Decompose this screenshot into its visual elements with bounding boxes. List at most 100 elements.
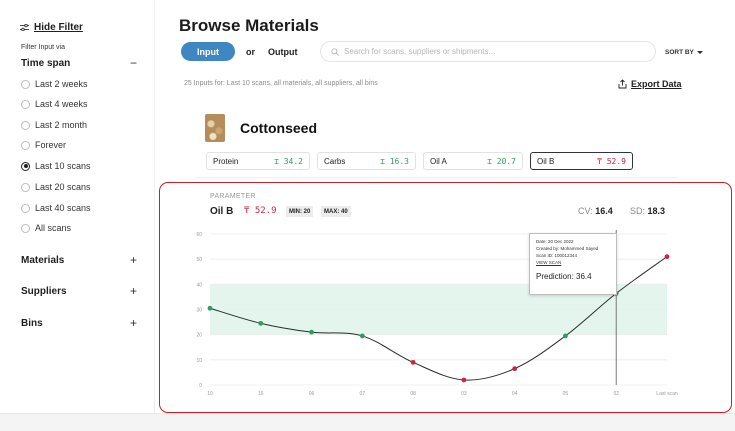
input-toggle-button[interactable]: Input	[181, 42, 235, 61]
data-point[interactable]	[258, 320, 264, 326]
search-icon	[331, 47, 339, 56]
tooltip-date: Date: 20 Dec 2022	[536, 239, 574, 244]
hide-filter-toggle[interactable]: Hide Filter	[20, 22, 83, 33]
materials-title: Materials	[21, 254, 65, 266]
radio-button[interactable]	[21, 99, 30, 109]
data-point[interactable]	[359, 333, 365, 339]
expand-icon[interactable]: +	[130, 284, 137, 298]
time-span-title: Time span	[21, 57, 71, 69]
time-option-label: Last 40 scans	[35, 203, 91, 213]
output-toggle-button[interactable]: Output	[268, 47, 298, 57]
sort-by-label: SORT BY	[665, 49, 694, 56]
radio-button[interactable]	[21, 203, 30, 213]
chip-label: Carbs	[324, 156, 346, 166]
page-footer-band	[0, 413, 735, 431]
x-tick-label: 07	[360, 391, 366, 397]
chip-label: Protein	[213, 156, 239, 166]
time-option[interactable]: Forever	[21, 140, 66, 150]
chip-label: Oil B	[537, 156, 555, 166]
data-point[interactable]	[512, 366, 518, 372]
warning-icon: ₸	[597, 156, 607, 166]
x-tick-label: 08	[410, 391, 416, 397]
time-option-label: Last 2 month	[35, 120, 88, 130]
time-option[interactable]: Last 40 scans	[21, 203, 91, 213]
parameter-chip-oil-b[interactable]: Oil B ₸ 52.9	[530, 152, 633, 170]
suppliers-section-header[interactable]: Suppliers +	[21, 284, 137, 298]
parameter-chip-oil-a[interactable]: Oil A ⌶ 20.7	[423, 152, 523, 170]
export-data-label: Export Data	[631, 79, 682, 89]
materials-section-header[interactable]: Materials +	[21, 253, 137, 267]
chip-value: ⌶ 20.7	[487, 156, 516, 166]
range-icon: ⌶	[274, 156, 284, 166]
data-point[interactable]	[664, 254, 670, 260]
page-title: Browse Materials	[179, 16, 319, 35]
material-card: Cottonseed Protein ⌶ 34.2 Carbs ⌶ 16.3 O…	[196, 100, 678, 178]
radio-button[interactable]	[21, 182, 30, 192]
x-tick-label: 06	[309, 391, 315, 397]
data-point[interactable]	[410, 359, 416, 365]
x-tick-label: 02	[613, 391, 619, 397]
view-scan-link[interactable]: VIEW SCAN	[536, 259, 610, 266]
scan-tooltip: Date: 20 Dec 2022 Created by: Mohammed S…	[529, 233, 617, 295]
y-tick-label: 0	[199, 383, 202, 389]
radio-button[interactable]	[21, 120, 30, 130]
sliders-icon	[20, 24, 29, 31]
time-span-header[interactable]: Time span −	[21, 56, 137, 70]
share-upload-icon	[618, 79, 627, 89]
time-option[interactable]: Last 10 scans	[21, 161, 91, 171]
data-point[interactable]	[207, 305, 213, 311]
search-input[interactable]: Search for scans, suppliers or shipments…	[320, 41, 656, 62]
chip-label: Oil A	[430, 156, 447, 166]
collapse-icon[interactable]: −	[130, 56, 137, 70]
results-summary: 25 Inputs for: Last 10 scans, all materi…	[184, 80, 378, 87]
time-option[interactable]: Last 4 weeks	[21, 99, 88, 109]
x-tick-label: 10	[207, 391, 213, 397]
toggle-or-label: or	[246, 46, 255, 57]
time-option[interactable]: Last 2 weeks	[21, 79, 88, 89]
data-point[interactable]	[563, 333, 568, 339]
cottonseed-thumbnail	[205, 114, 225, 142]
parameter-detail-panel: PARAMETER Oil B ₸ 52.9 MIN: 20 MAX: 40 C…	[159, 182, 732, 413]
filter-sidebar: Hide Filter Filter Input via Time span −…	[0, 0, 155, 413]
radio-button-selected[interactable]	[21, 161, 30, 171]
time-option[interactable]: Last 2 month	[21, 120, 87, 130]
time-option[interactable]: All scans	[21, 223, 71, 233]
bins-section-header[interactable]: Bins +	[21, 316, 137, 330]
x-tick-label: Last scan	[656, 391, 678, 397]
input-output-toggle: Input or Output	[181, 42, 298, 61]
parameter-chip-carbs[interactable]: Carbs ⌶ 16.3	[317, 152, 416, 170]
expand-icon[interactable]: +	[130, 253, 137, 267]
export-data-button[interactable]: Export Data	[618, 79, 682, 89]
parameter-chip-protein[interactable]: Protein ⌶ 34.2	[206, 152, 310, 170]
sort-by-dropdown[interactable]: SORT BY	[665, 49, 703, 56]
y-tick-label: 10	[196, 358, 202, 364]
bins-title: Bins	[21, 317, 43, 329]
chip-value: ⌶ 34.2	[274, 156, 303, 166]
data-point[interactable]	[461, 377, 467, 383]
filter-input-via-label: Filter Input via	[21, 44, 65, 51]
x-tick-label: 03	[461, 391, 467, 397]
chip-value: ₸ 52.9	[597, 156, 626, 166]
x-tick-label: 16	[258, 391, 264, 397]
time-option[interactable]: Last 20 scans	[21, 182, 91, 192]
radio-button[interactable]	[21, 223, 30, 233]
suppliers-title: Suppliers	[21, 285, 67, 297]
chip-value: ⌶ 16.3	[380, 156, 409, 166]
expand-icon[interactable]: +	[130, 316, 137, 330]
y-tick-label: 60	[196, 232, 202, 238]
radio-button[interactable]	[21, 79, 30, 89]
radio-button[interactable]	[21, 140, 30, 150]
time-option-label: Forever	[35, 140, 67, 150]
y-tick-label: 30	[196, 308, 202, 314]
range-icon: ⌶	[380, 156, 390, 166]
time-option-label: Last 4 weeks	[35, 99, 88, 109]
time-option-label: All scans	[35, 223, 72, 233]
search-placeholder: Search for scans, suppliers or shipments…	[344, 47, 496, 56]
material-name: Cottonseed	[240, 120, 317, 136]
y-tick-label: 40	[196, 282, 202, 288]
x-tick-label: 04	[512, 391, 518, 397]
data-point[interactable]	[309, 329, 314, 335]
parameter-line-chart: 0 10 20 30 40 50 60 10 16 06 07 08 03 04 05 02 Last scan	[196, 230, 678, 397]
hide-filter-label: Hide Filter	[34, 22, 83, 33]
tooltip-created-by: Created by: Mohammed Sayed	[536, 246, 599, 251]
